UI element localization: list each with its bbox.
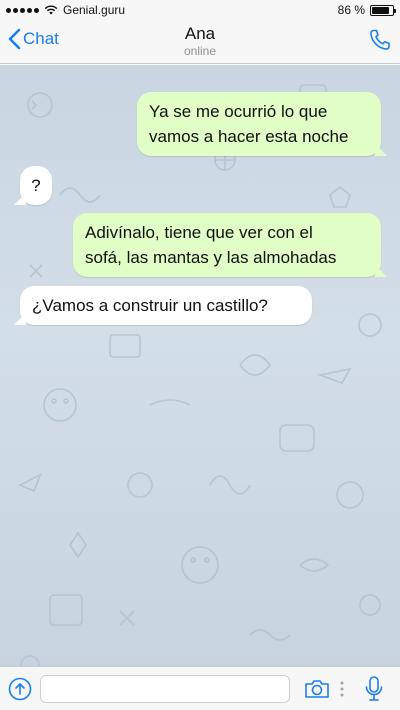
message-input[interactable] bbox=[40, 675, 290, 703]
more-icon[interactable] bbox=[340, 681, 344, 702]
input-bar bbox=[0, 666, 400, 710]
attach-icon bbox=[8, 677, 32, 701]
carrier-name: Genial.guru bbox=[63, 3, 126, 17]
back-button[interactable]: Chat bbox=[8, 28, 59, 50]
attach-button[interactable] bbox=[8, 677, 32, 706]
battery-percent: 86 % bbox=[337, 3, 365, 17]
microphone-button[interactable] bbox=[364, 675, 384, 708]
contact-status: online bbox=[183, 44, 217, 58]
battery-level bbox=[372, 6, 390, 14]
contact-name: Ana bbox=[184, 24, 216, 43]
message-incoming-1[interactable]: ? bbox=[20, 166, 52, 205]
contact-info: Ana online bbox=[0, 24, 400, 58]
battery-icon bbox=[370, 4, 396, 16]
chat-area[interactable]: Ya se me ocurrió lo que vamos a hacer es… bbox=[0, 65, 400, 666]
chevron-left-icon bbox=[8, 28, 21, 50]
status-bar: Genial.guru 86 % bbox=[0, 0, 400, 20]
wifi-icon bbox=[44, 5, 58, 15]
back-label: Chat bbox=[23, 29, 59, 48]
camera-icon bbox=[305, 680, 329, 698]
message-outgoing-1[interactable]: Ya se me ocurrió lo que vamos a hacer es… bbox=[137, 92, 381, 156]
phone-icon bbox=[370, 29, 390, 50]
message-outgoing-2[interactable]: Adivínalo, tiene que ver con el sofá, la… bbox=[73, 213, 381, 277]
signal-icon bbox=[6, 7, 39, 13]
microphone-icon bbox=[365, 676, 383, 701]
camera-button[interactable] bbox=[304, 678, 330, 705]
message-incoming-2[interactable]: ¿Vamos a construir un castillo? bbox=[20, 286, 312, 325]
call-button[interactable] bbox=[368, 28, 392, 57]
navigation-bar: Chat Ana online bbox=[0, 20, 400, 64]
